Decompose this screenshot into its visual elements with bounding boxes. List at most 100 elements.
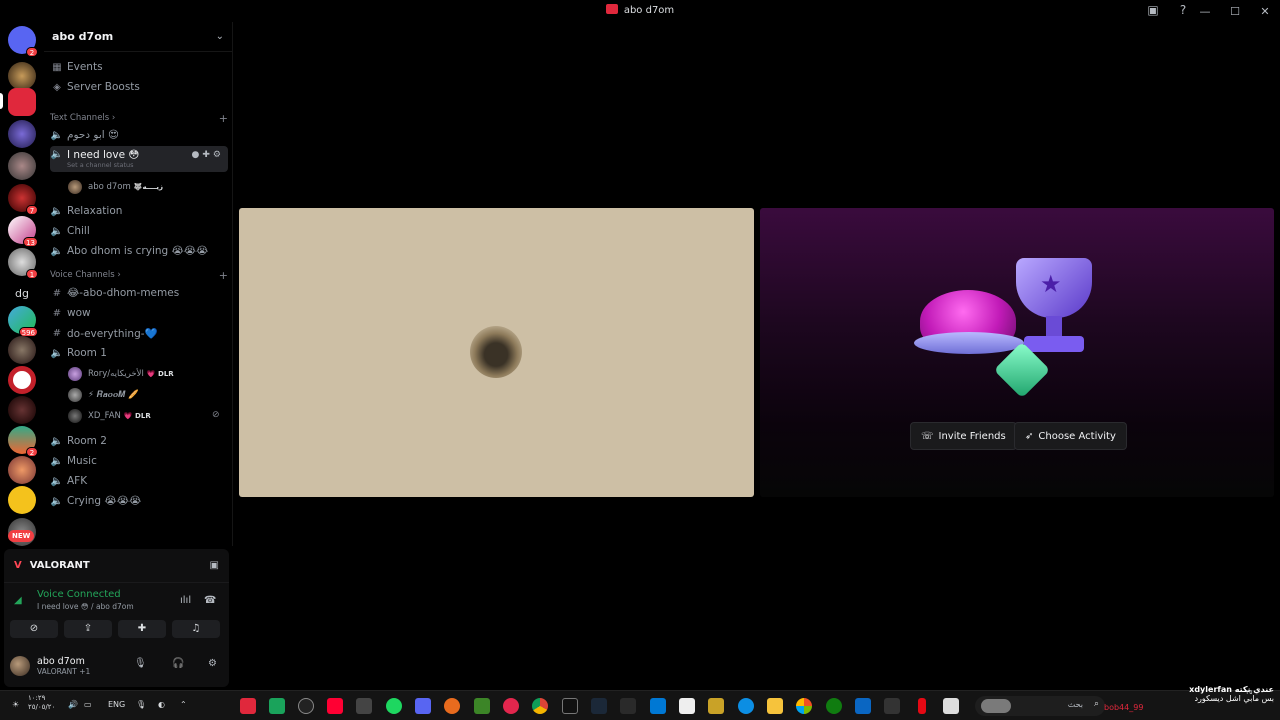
maximize-button[interactable]: ☐: [1220, 5, 1250, 18]
trophy-base-icon: [1024, 336, 1084, 352]
server-boosts-item[interactable]: ◈ Server Boosts: [50, 78, 228, 96]
soundboard-button[interactable]: ♫: [172, 620, 220, 638]
taskbar-app-icon[interactable]: [562, 698, 578, 714]
channel-item[interactable]: # 😂-abo-dhom-memes: [50, 284, 228, 302]
youtube-icon[interactable]: [327, 698, 343, 714]
edge-icon[interactable]: [738, 698, 754, 714]
server-icon[interactable]: [8, 366, 36, 394]
inbox-icon[interactable]: ▣: [1145, 3, 1161, 19]
server-icon[interactable]: [8, 396, 36, 424]
taskbar-app-icon[interactable]: [796, 698, 812, 714]
channel-item[interactable]: 🔈 Crying 😭😭😭: [50, 492, 228, 510]
server-icon[interactable]: 13: [8, 216, 38, 247]
server-icon[interactable]: 1: [8, 248, 38, 279]
voice-status[interactable]: Voice Connected I need love 😳 / abo d7om: [37, 589, 134, 611]
channel-item[interactable]: 🔈 AFK: [50, 472, 228, 490]
choose-activity-button[interactable]: ➶ Choose Activity: [1014, 422, 1127, 450]
disconnect-icon[interactable]: ☎: [204, 595, 216, 606]
guild-header[interactable]: abo d7om ⌄: [44, 22, 232, 52]
taskbar-app-icon[interactable]: [855, 698, 871, 714]
invite-friends-button[interactable]: ☏ Invite Friends: [910, 422, 1017, 450]
chrome-icon[interactable]: [532, 698, 548, 714]
category-text-channels[interactable]: Text Channels › +: [50, 111, 228, 125]
server-icon[interactable]: 7: [8, 184, 38, 215]
network-icon[interactable]: ▭: [84, 700, 92, 709]
taskbar-app-icon[interactable]: [240, 698, 256, 714]
taskbar-app-icon[interactable]: [708, 698, 724, 714]
channel-item[interactable]: 🔈 Room 2: [50, 432, 228, 450]
user-area[interactable]: abo d7om VALORANT +1 🎙 🎧 ⚙: [10, 651, 225, 681]
channel-item[interactable]: 🔈 Music: [50, 452, 228, 470]
taskbar-app-icon[interactable]: [269, 698, 285, 714]
server-badge: 2: [26, 447, 38, 457]
server-icon[interactable]: [8, 486, 36, 514]
taskbar-app-icon[interactable]: [298, 698, 314, 714]
taskbar-app-icon[interactable]: [650, 698, 666, 714]
gear-icon[interactable]: ⚙: [208, 658, 217, 669]
taskbar-app-icon[interactable]: [444, 698, 460, 714]
minimize-button[interactable]: —: [1190, 5, 1220, 18]
channel-item[interactable]: 🔈 Chill: [50, 222, 228, 240]
voice-member[interactable]: Rory/الأخريكايه 💗 DLR: [68, 365, 174, 383]
taskbar-app-icon[interactable]: [884, 698, 900, 714]
channel-actions-icon[interactable]: ●✚⚙: [192, 150, 224, 160]
epic-games-icon[interactable]: [620, 698, 636, 714]
headphones-icon[interactable]: 🎧: [172, 658, 184, 669]
server-icon[interactable]: 596: [8, 306, 38, 337]
spotify-icon[interactable]: [386, 698, 402, 714]
activity-options-icon[interactable]: ▣: [210, 560, 219, 571]
add-channel-icon[interactable]: +: [219, 269, 228, 282]
noise-suppression-icon[interactable]: ılıl: [180, 595, 191, 606]
home-button[interactable]: 2: [8, 26, 38, 57]
help-icon[interactable]: ?: [1175, 3, 1191, 19]
minecraft-icon[interactable]: [474, 698, 490, 714]
file-explorer-icon[interactable]: [767, 698, 783, 714]
channel-item[interactable]: 🔈 Room 1: [50, 344, 228, 362]
microphone-icon[interactable]: 🎙: [134, 658, 147, 669]
close-button[interactable]: ✕: [1250, 5, 1280, 18]
server-icon[interactable]: [8, 120, 36, 148]
channel-item[interactable]: 🔈 Abo dhom is crying 😭😭😭: [50, 242, 228, 260]
channel-item-active[interactable]: 🔈 I need love 😳 Set a channel status ●✚⚙: [50, 146, 228, 172]
activity-bar[interactable]: V VALORANT ▣: [4, 549, 229, 583]
steam-icon[interactable]: [591, 698, 607, 714]
clock[interactable]: ١٠:٢٩ ٢٥/٠٥/٢٠: [28, 694, 55, 712]
weather-icon[interactable]: ☀: [12, 700, 19, 709]
channel-item[interactable]: 🔈 ابو دحوم 😍: [50, 126, 228, 144]
server-icon[interactable]: [8, 88, 36, 116]
channel-item[interactable]: # wow: [50, 304, 228, 322]
taskbar-app-icon[interactable]: [356, 698, 372, 714]
taskbar-app-icon[interactable]: [943, 698, 959, 714]
selected-pill: [0, 93, 3, 109]
chevron-up-icon[interactable]: ⌃: [180, 700, 187, 709]
voice-member[interactable]: XD_FAN 💗 DLR: [68, 407, 151, 425]
category-voice-channels[interactable]: Voice Channels › +: [50, 268, 228, 282]
server-icon[interactable]: [8, 456, 36, 484]
voice-member[interactable]: abo d7om 🐺زيــــه: [68, 178, 163, 196]
server-icon-dg[interactable]: dg: [8, 280, 36, 308]
events-item[interactable]: ▦ Events: [50, 58, 228, 76]
screenshare-button[interactable]: ⇪: [64, 620, 112, 638]
channel-item[interactable]: # do-everything-💙: [50, 324, 228, 342]
tray-app-icon[interactable]: ◐: [158, 700, 165, 709]
discord-icon[interactable]: [415, 698, 431, 714]
language-indicator[interactable]: ENG: [108, 700, 125, 709]
netflix-icon[interactable]: [918, 698, 926, 714]
mic-tray-icon[interactable]: 🎙: [136, 700, 146, 709]
taskbar-app-icon[interactable]: [679, 698, 695, 714]
camera-button[interactable]: ⊘: [10, 620, 58, 638]
server-icon[interactable]: [8, 336, 36, 364]
channel-status[interactable]: Set a channel status: [67, 161, 139, 169]
search-box[interactable]: بحث ⌕: [975, 696, 1105, 716]
voice-member[interactable]: ⚡ 𝑹𝒂𝒐𝒐𝑴 🥖: [68, 386, 139, 404]
taskbar-app-icon[interactable]: [503, 698, 519, 714]
add-channel-icon[interactable]: +: [219, 112, 228, 125]
channel-item[interactable]: 🔈 Relaxation: [50, 202, 228, 220]
user-video-tile[interactable]: [239, 208, 754, 497]
server-icon[interactable]: 2: [8, 426, 38, 457]
volume-icon[interactable]: 🔊: [68, 700, 78, 709]
activities-button[interactable]: ✚: [118, 620, 166, 638]
server-icon[interactable]: [8, 62, 36, 90]
xbox-icon[interactable]: [826, 698, 842, 714]
server-icon[interactable]: [8, 152, 36, 180]
